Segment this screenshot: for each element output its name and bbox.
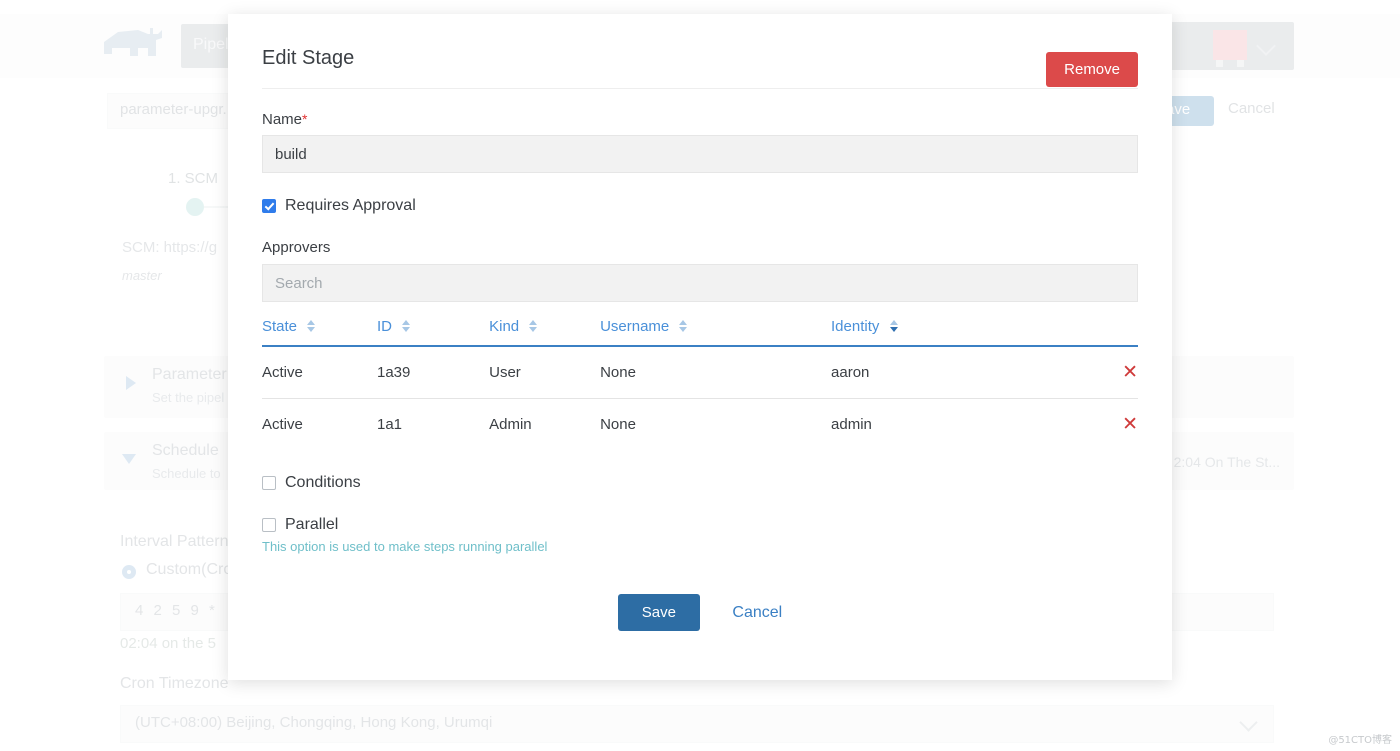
scm-step-title: 1. SCM <box>168 170 219 187</box>
cell-identity: aaron <box>831 346 1081 399</box>
conditions-label: Conditions <box>285 474 361 491</box>
column-header-username-label: Username <box>600 318 670 335</box>
table-row: Active 1a39 User None aaron ✕ <box>262 346 1138 399</box>
cell-state: Active <box>262 346 377 399</box>
collapse-triangle-icon[interactable] <box>122 454 136 464</box>
chevron-down-icon <box>1256 36 1276 56</box>
approvers-search-input[interactable] <box>262 264 1138 302</box>
approvers-label: Approvers <box>262 239 331 256</box>
parallel-label: Parallel <box>285 516 339 533</box>
close-x-icon[interactable]: ✕ <box>1122 361 1138 383</box>
approvers-table-head: State ID Kind Username Identity <box>262 318 1138 347</box>
rhino-logo-icon <box>104 28 162 56</box>
parallel-checkbox[interactable] <box>262 518 276 532</box>
radio-custom-cron[interactable] <box>122 565 136 579</box>
cell-kind: User <box>489 346 601 399</box>
parallel-hint: This option is used to make steps runnin… <box>262 539 548 554</box>
cron-expression-value: 4 2 5 9 * <box>135 602 218 619</box>
required-marker: * <box>302 111 308 127</box>
cell-id: 1a1 <box>376 416 403 433</box>
cell-id: 1a39 <box>376 346 490 399</box>
cell-actions: ✕ <box>1080 399 1138 451</box>
remove-button[interactable]: Remove <box>1046 52 1138 87</box>
approvers-table: State ID Kind Username Identity Active 1… <box>262 318 1138 450</box>
column-header-identity[interactable]: Identity <box>831 318 1081 347</box>
page-title: Edit Stage <box>262 47 355 69</box>
conditions-row[interactable]: Conditions <box>262 474 1138 492</box>
dialog-body: Name* Requires Approval Approvers State … <box>228 111 1172 631</box>
requires-approval-checkbox[interactable] <box>262 199 276 213</box>
table-header-row: State ID Kind Username Identity <box>262 318 1138 347</box>
column-header-kind[interactable]: Kind <box>489 318 601 347</box>
conditions-checkbox[interactable] <box>262 476 276 490</box>
save-button[interactable]: Save <box>617 594 700 631</box>
column-header-id[interactable]: ID <box>376 318 490 347</box>
interval-pattern-label: Interval Pattern <box>120 533 229 550</box>
close-x-icon[interactable]: ✕ <box>1122 413 1138 435</box>
cell-kind: Admin <box>489 416 532 433</box>
section-card-title: Parameter <box>152 366 227 383</box>
scm-url-text: SCM: https://g <box>122 239 218 256</box>
name-field-label: Name* <box>262 111 1138 128</box>
approvers-table-body: Active 1a39 User None aaron ✕ Active 1a1… <box>262 346 1138 450</box>
column-header-actions <box>1080 318 1138 347</box>
section-card-title: Schedule <box>152 442 219 459</box>
dialog-footer: Save Cancel <box>262 594 1138 631</box>
cell-username: None <box>600 346 832 399</box>
dialog-header: Edit Stage Remove <box>262 14 1138 89</box>
chevron-down-icon <box>1239 713 1258 732</box>
requires-approval-row[interactable]: Requires Approval <box>262 197 1138 215</box>
cell-identity: admin <box>831 416 872 433</box>
cron-readable-hint: 02:04 on the 5 <box>120 635 216 652</box>
cron-timezone-select[interactable]: (UTC+08:00) Beijing, Chongqing, Hong Kon… <box>120 705 1274 743</box>
sort-icon-identity[interactable] <box>889 320 899 332</box>
column-header-state-label: State <box>262 318 298 335</box>
cron-timezone-label: Cron Timezone <box>120 675 229 692</box>
requires-approval-label: Requires Approval <box>285 197 416 214</box>
section-card-summary: 2:04 On The St... <box>1173 454 1280 470</box>
cancel-button[interactable]: Cancel <box>732 604 782 621</box>
cell-state: Active <box>262 416 303 433</box>
column-header-identity-label: Identity <box>831 318 880 335</box>
table-row: Active 1a1 Admin None admin ✕ <box>262 399 1138 451</box>
name-input[interactable] <box>262 135 1138 173</box>
column-header-kind-label: Kind <box>489 318 520 335</box>
cell-username: None <box>600 416 636 433</box>
avatar <box>1213 30 1247 67</box>
column-header-state[interactable]: State <box>262 318 377 347</box>
edit-stage-dialog: Edit Stage Remove Name* Requires Approva… <box>228 14 1172 680</box>
scm-step-node[interactable] <box>186 198 204 216</box>
name-label-text: Name <box>262 111 303 128</box>
pipeline-name-value: parameter-upgr... <box>120 101 236 118</box>
expand-triangle-icon[interactable] <box>126 376 136 390</box>
user-menu[interactable] <box>1159 22 1294 70</box>
column-header-username[interactable]: Username <box>600 318 832 347</box>
parallel-row[interactable]: Parallel <box>262 516 1138 534</box>
sort-icon-id[interactable] <box>402 320 411 332</box>
scm-branch-text: master <box>122 268 162 283</box>
sort-icon-username[interactable] <box>679 320 688 332</box>
column-header-id-label: ID <box>376 318 392 335</box>
sort-icon-state[interactable] <box>307 320 316 332</box>
watermark: @51CTO博客 <box>1328 735 1392 746</box>
cron-timezone-value: (UTC+08:00) Beijing, Chongqing, Hong Kon… <box>135 714 493 731</box>
cell-actions: ✕ <box>1080 346 1138 399</box>
header-cancel-button[interactable]: Cancel <box>1228 100 1275 117</box>
sort-icon-kind[interactable] <box>529 320 538 332</box>
section-card-subtitle: Set the pipel <box>152 390 225 405</box>
section-card-subtitle: Schedule to <box>152 466 221 481</box>
radio-custom-cron-label: Custom(Cro <box>146 561 233 578</box>
